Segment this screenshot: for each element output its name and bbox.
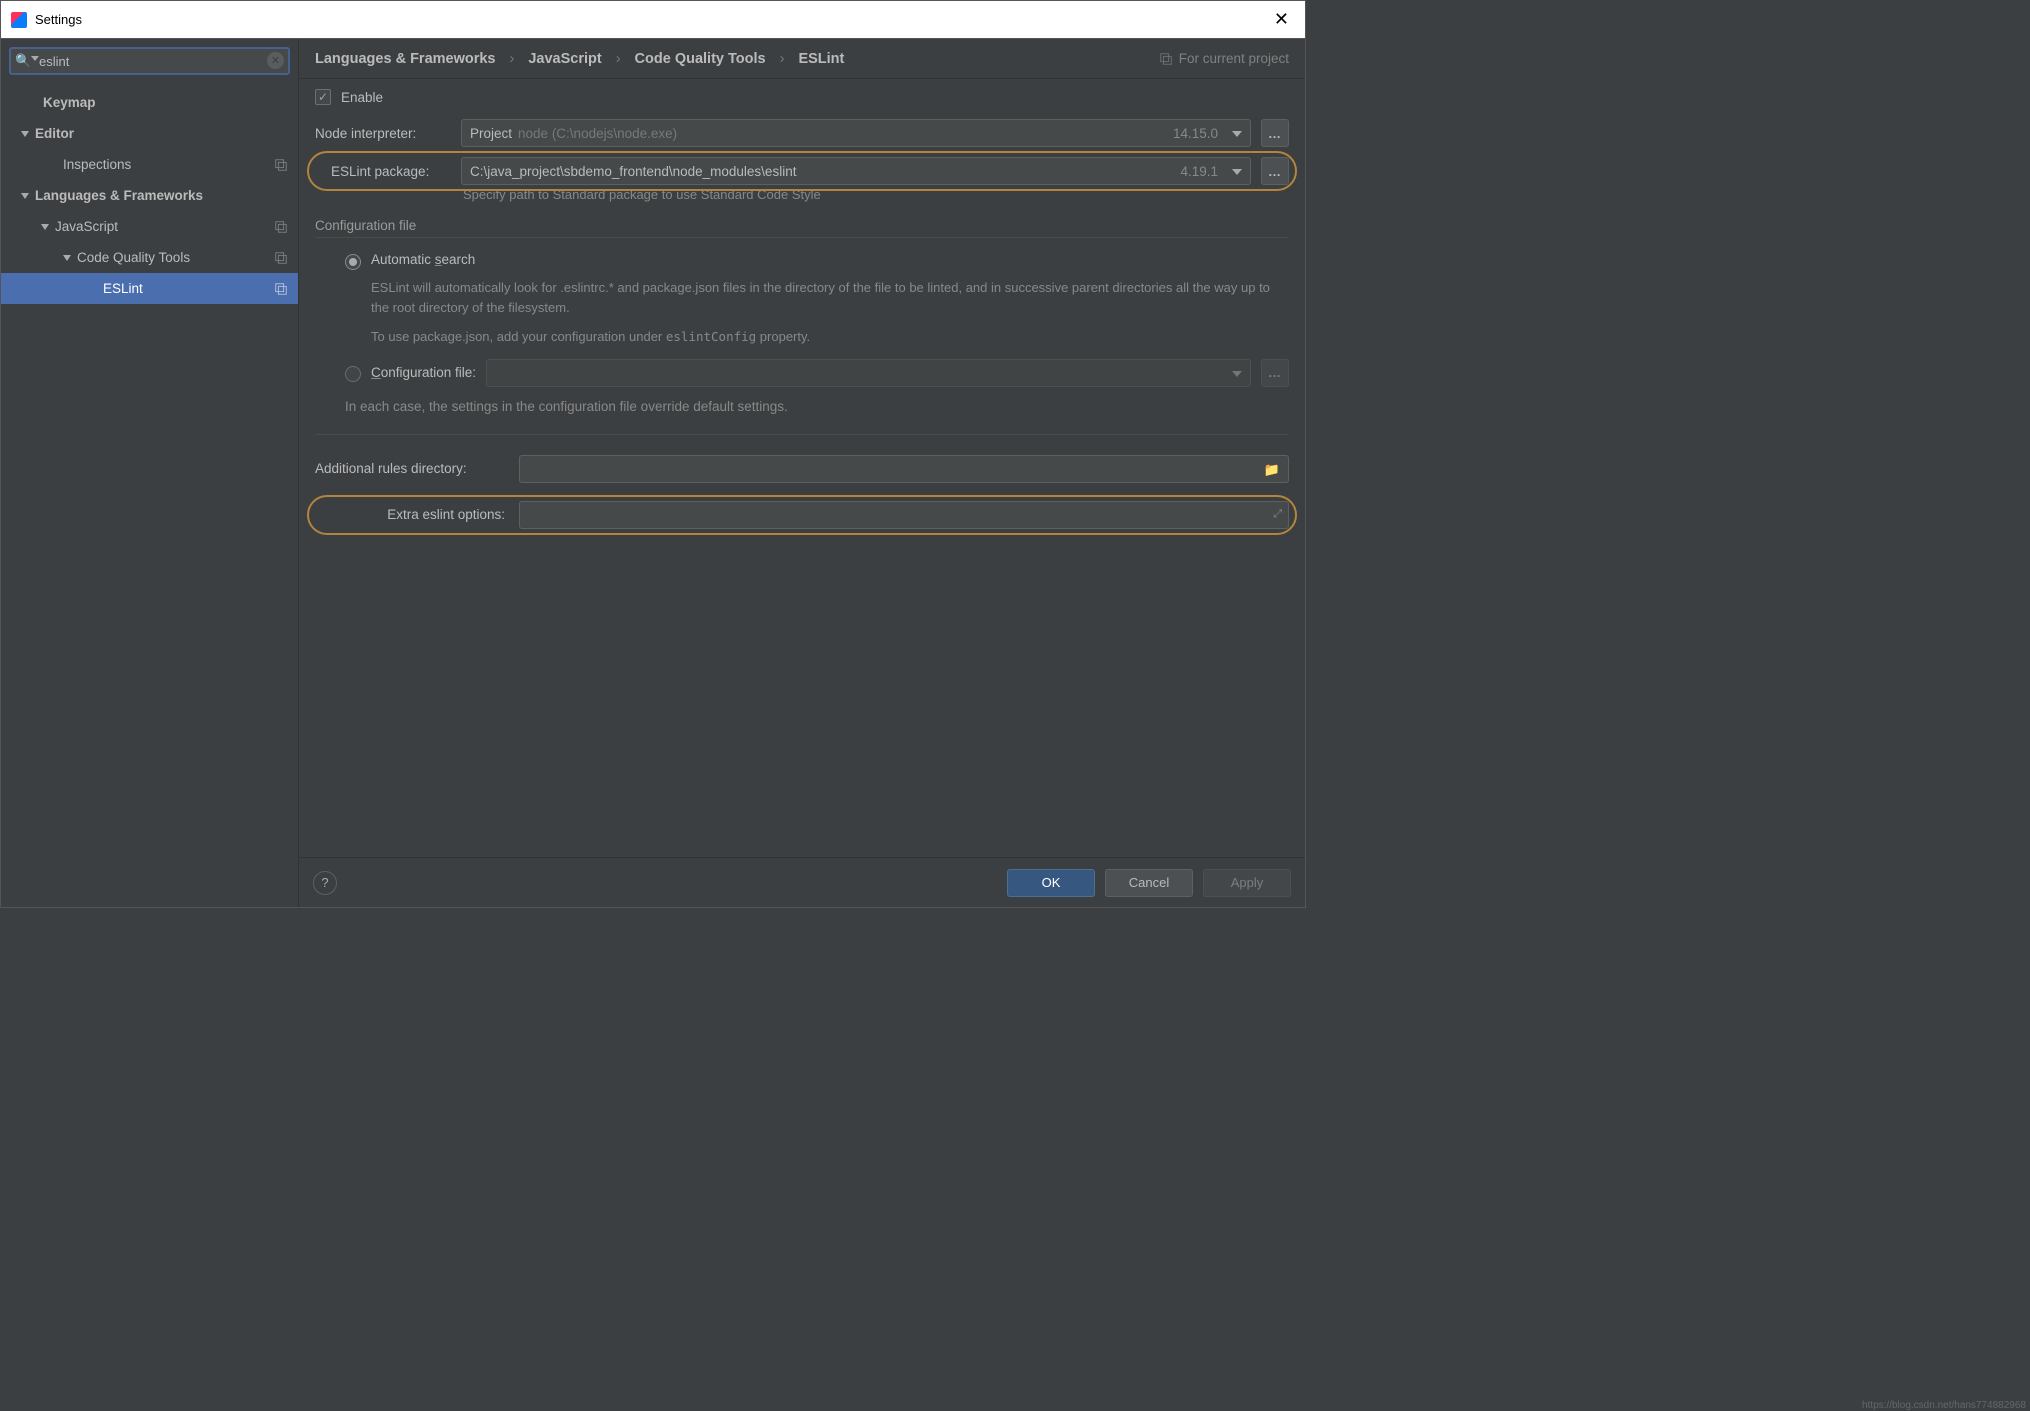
enable-checkbox[interactable] bbox=[315, 89, 331, 105]
rules-dir-input[interactable]: 📁 bbox=[519, 455, 1289, 483]
rules-dir-row: Additional rules directory: 📁 bbox=[315, 455, 1289, 483]
breadcrumb: Languages & Frameworks › JavaScript › Co… bbox=[315, 51, 844, 67]
intellij-icon bbox=[11, 12, 27, 28]
chevron-right-icon: › bbox=[780, 51, 785, 67]
window-title: Settings bbox=[35, 12, 1268, 27]
search-icon: 🔍 bbox=[15, 53, 31, 69]
tree-inspections[interactable]: Inspections bbox=[1, 149, 298, 180]
project-scope-label: For current project bbox=[1179, 51, 1289, 66]
config-file-label: Configuration file: bbox=[371, 365, 476, 380]
tree-label: Languages & Frameworks bbox=[35, 188, 203, 203]
crumb[interactable]: ESLint bbox=[798, 51, 844, 67]
auto-search-desc2: To use package.json, add your configurat… bbox=[315, 327, 1289, 347]
chevron-down-icon bbox=[41, 224, 49, 230]
crumb[interactable]: Languages & Frameworks bbox=[315, 51, 496, 67]
settings-window: Settings ✕ 🔍 ✕ Keymap Editor Inspections… bbox=[0, 0, 1306, 908]
tree-javascript[interactable]: JavaScript bbox=[1, 211, 298, 242]
chevron-right-icon: › bbox=[616, 51, 621, 67]
watermark: https://blog.csdn.net/hans774882968 bbox=[1862, 1400, 2026, 1411]
tree-label: Editor bbox=[35, 126, 74, 141]
project-scope-icon bbox=[1159, 52, 1173, 66]
folder-icon[interactable]: 📁 bbox=[1264, 462, 1280, 478]
config-note: In each case, the settings in the config… bbox=[315, 399, 1289, 414]
config-file-combo bbox=[486, 359, 1251, 387]
sidebar: 🔍 ✕ Keymap Editor Inspections Languages … bbox=[1, 39, 299, 907]
help-button[interactable]: ? bbox=[313, 871, 337, 895]
tree-cqt[interactable]: Code Quality Tools bbox=[1, 242, 298, 273]
tree-label: Keymap bbox=[43, 95, 96, 110]
project-scope-badge: For current project bbox=[1159, 51, 1289, 66]
auto-search-radio-row: Automatic search bbox=[315, 252, 1289, 270]
chevron-down-icon bbox=[63, 255, 71, 261]
ok-button[interactable]: OK bbox=[1007, 869, 1095, 897]
enable-label: Enable bbox=[341, 90, 383, 105]
divider bbox=[315, 434, 1289, 435]
tree-label: Code Quality Tools bbox=[77, 250, 190, 265]
body: 🔍 ✕ Keymap Editor Inspections Languages … bbox=[1, 39, 1305, 907]
tree-langfw[interactable]: Languages & Frameworks bbox=[1, 180, 298, 211]
extra-options-label: Extra eslint options: bbox=[315, 507, 505, 522]
node-project-text: Project bbox=[470, 126, 512, 141]
config-file-radio[interactable] bbox=[345, 366, 361, 382]
project-scope-icon bbox=[274, 158, 288, 172]
project-scope-icon bbox=[274, 251, 288, 265]
config-file-radio-row: Configuration file: … bbox=[315, 359, 1289, 387]
crumb[interactable]: Code Quality Tools bbox=[635, 51, 766, 67]
enable-row: Enable bbox=[315, 89, 1289, 105]
chevron-down-icon bbox=[21, 131, 29, 137]
search-input[interactable] bbox=[9, 47, 290, 75]
tree-editor[interactable]: Editor bbox=[1, 118, 298, 149]
settings-tree: Keymap Editor Inspections Languages & Fr… bbox=[1, 85, 298, 907]
apply-button: Apply bbox=[1203, 869, 1291, 897]
extra-options-row: Extra eslint options: ⤢ bbox=[315, 501, 1289, 529]
main-panel: Languages & Frameworks › JavaScript › Co… bbox=[299, 39, 1305, 907]
eslint-package-row: ESLint package: C:\java_project\sbdemo_f… bbox=[315, 157, 1289, 185]
tree-label: Inspections bbox=[63, 157, 131, 172]
cancel-button[interactable]: Cancel bbox=[1105, 869, 1193, 897]
breadcrumb-bar: Languages & Frameworks › JavaScript › Co… bbox=[299, 39, 1305, 79]
chevron-down-icon bbox=[1232, 131, 1242, 137]
node-browse-button[interactable]: … bbox=[1261, 119, 1289, 147]
config-file-browse-button: … bbox=[1261, 359, 1289, 387]
clear-search-icon[interactable]: ✕ bbox=[267, 52, 284, 69]
node-interpreter-label: Node interpreter: bbox=[315, 126, 451, 141]
node-path-text: node (C:\nodejs\node.exe) bbox=[518, 126, 677, 141]
auto-search-desc1: ESLint will automatically look for .esli… bbox=[315, 278, 1289, 317]
eslint-package-label: ESLint package: bbox=[315, 164, 451, 179]
node-interpreter-row: Node interpreter: Project node (C:\nodej… bbox=[315, 119, 1289, 147]
node-interpreter-combo[interactable]: Project node (C:\nodejs\node.exe) 14.15.… bbox=[461, 119, 1251, 147]
eslint-browse-button[interactable]: … bbox=[1261, 157, 1289, 185]
auto-search-radio[interactable] bbox=[345, 254, 361, 270]
footer: ? OK Cancel Apply bbox=[299, 857, 1305, 907]
rules-dir-label: Additional rules directory: bbox=[315, 461, 505, 476]
tree-label: ESLint bbox=[103, 281, 143, 296]
search-wrap: 🔍 ✕ bbox=[9, 47, 290, 75]
extra-options-input[interactable]: ⤢ bbox=[519, 501, 1289, 529]
tree-eslint[interactable]: ESLint bbox=[1, 273, 298, 304]
chevron-down-icon bbox=[1232, 371, 1242, 377]
project-scope-icon bbox=[274, 282, 288, 296]
auto-search-label: Automatic search bbox=[371, 252, 475, 267]
tree-label: JavaScript bbox=[55, 219, 118, 234]
eslint-version-text: 4.19.1 bbox=[1180, 164, 1218, 179]
eslint-package-combo[interactable]: C:\java_project\sbdemo_frontend\node_mod… bbox=[461, 157, 1251, 185]
project-scope-icon bbox=[274, 220, 288, 234]
chevron-down-icon bbox=[1232, 169, 1242, 175]
eslint-path-text: C:\java_project\sbdemo_frontend\node_mod… bbox=[470, 164, 796, 179]
config-file-section: Configuration file bbox=[315, 218, 1289, 238]
tree-keymap[interactable]: Keymap bbox=[1, 87, 298, 118]
expand-icon[interactable]: ⤢ bbox=[1273, 508, 1282, 521]
titlebar: Settings ✕ bbox=[1, 1, 1305, 39]
node-version-text: 14.15.0 bbox=[1173, 126, 1218, 141]
search-dropdown-icon[interactable] bbox=[31, 56, 39, 61]
crumb[interactable]: JavaScript bbox=[528, 51, 601, 67]
chevron-right-icon: › bbox=[510, 51, 515, 67]
close-icon[interactable]: ✕ bbox=[1268, 9, 1295, 30]
eslint-hint: Specify path to Standard package to use … bbox=[463, 187, 1289, 202]
chevron-down-icon bbox=[21, 193, 29, 199]
content: Enable Node interpreter: Project node (C… bbox=[299, 79, 1305, 857]
